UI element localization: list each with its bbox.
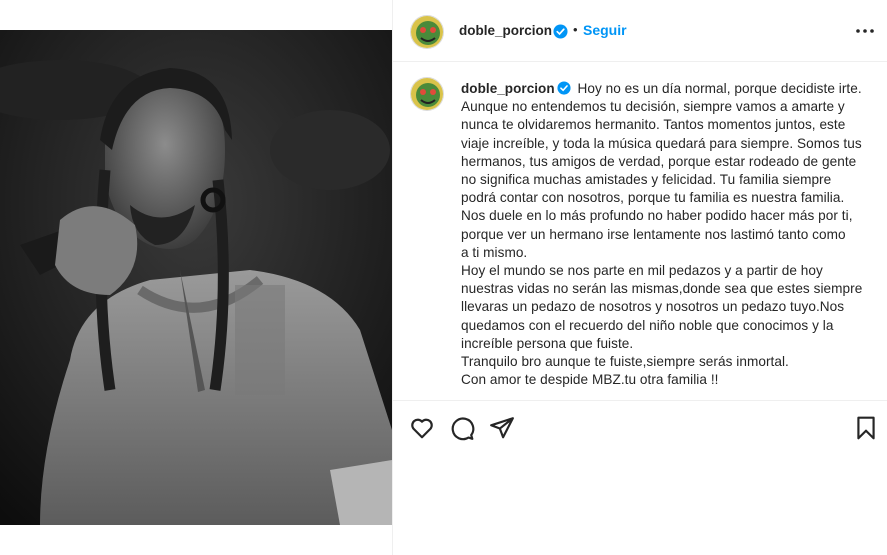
verified-badge-icon [557, 81, 571, 95]
comment-icon[interactable] [449, 415, 475, 441]
heart-icon[interactable] [409, 415, 435, 441]
caption-line: a ti mismo. [461, 244, 528, 260]
post-photo-image [0, 30, 392, 525]
username[interactable]: doble_porcion [459, 23, 552, 38]
caption-line: Con amor te despide MBZ.tu otra familia … [461, 372, 719, 388]
caption-area: doble_porcion Hoy no es un día normal, p… [393, 63, 887, 399]
caption-line: podrá contar con nosotros, porque tu fam… [461, 190, 845, 206]
caption-line: increíble persona que fuiste. [461, 335, 634, 351]
avatar[interactable] [410, 15, 444, 49]
caption-username[interactable]: doble_porcion [461, 81, 555, 96]
caption-line: Nos duele en lo más profundo no haber po… [461, 208, 853, 224]
caption-line: no significa muchas amistades y felicida… [461, 172, 832, 188]
post-pane: doble_porcion • Seguir doble_porcion Hoy… [392, 0, 887, 555]
share-icon[interactable] [489, 415, 515, 441]
caption-line: Tranquilo bro aunque te fuiste,siempre s… [461, 354, 789, 370]
post-photo[interactable] [0, 30, 392, 525]
caption-line: viaje increíble, y toda la música quedar… [461, 135, 862, 151]
verified-badge-icon [553, 24, 568, 39]
caption-line: Aunque no entendemos tu decisión, siempr… [461, 99, 845, 115]
avatar-image [411, 16, 443, 48]
caption-line: porque ver un hermano irse lentamente no… [461, 226, 846, 242]
separator-dot: • [573, 22, 578, 37]
caption-first-line: Hoy no es un día normal, porque decidist… [577, 81, 862, 96]
caption-avatar[interactable] [410, 77, 444, 111]
post-actions [393, 400, 887, 455]
caption-line: nunca te olvidaremos hermanito. Tantos m… [461, 117, 846, 133]
caption-line: nuestras vidas no serán las mismas,donde… [461, 281, 863, 297]
photo-pane [0, 0, 392, 555]
avatar-image [411, 78, 443, 110]
follow-button[interactable]: Seguir [583, 22, 627, 38]
post-caption: doble_porcion Hoy no es un día normal, p… [461, 80, 871, 389]
bookmark-icon[interactable] [853, 415, 879, 441]
caption-line: llevaras un pedazo de nosotros y nosotro… [461, 299, 845, 315]
caption-line: Hoy el mundo se nos parte en mil pedazos… [461, 263, 823, 279]
post-header: doble_porcion • Seguir [393, 0, 887, 62]
more-options-icon[interactable] [853, 22, 877, 40]
caption-line: hermanos, tus amigos de verdad, porque e… [461, 153, 857, 169]
caption-line: quedamos con el recuerdo del niño noble … [461, 317, 834, 333]
